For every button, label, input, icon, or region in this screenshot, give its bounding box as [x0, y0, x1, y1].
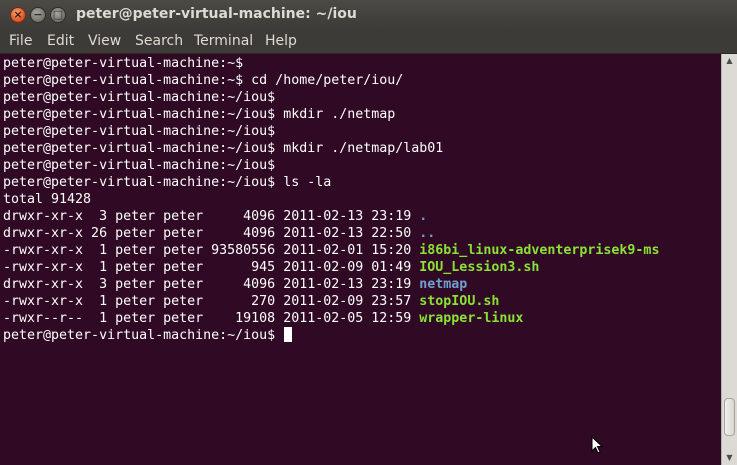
- terminal-line: peter@peter-virtual-machine:~/iou$: [3, 327, 293, 344]
- terminal-window: × − □ peter@peter-virtual-machine: ~/iou…: [0, 0, 737, 465]
- mouse-pointer-icon: [591, 436, 603, 454]
- terminal-text: -rwxr-xr-x 1 peter peter 93580556 2011-0…: [3, 243, 420, 258]
- executable-entry: stopIOU.sh: [419, 294, 500, 309]
- terminal-line: drwxr-xr-x 3 peter peter 4096 2011-02-13…: [3, 208, 427, 225]
- terminal-text: peter@peter-virtual-machine:~/iou$: [3, 328, 284, 343]
- terminal-text: peter@peter-virtual-machine:~$: [3, 56, 252, 71]
- scroll-down-arrow-icon[interactable]: ▼: [722, 451, 737, 465]
- scroll-thumb[interactable]: [724, 398, 735, 436]
- executable-entry: IOU_Lession3.sh: [419, 260, 540, 275]
- terminal-line: peter@peter-virtual-machine:~$: [3, 55, 251, 72]
- terminal-line: peter@peter-virtual-machine:~/iou$: [3, 123, 283, 140]
- executable-entry: i86bi_linux-adventerprisek9-ms: [419, 243, 660, 258]
- menu-search[interactable]: Search: [135, 33, 183, 49]
- executable-entry: wrapper-linux: [419, 311, 524, 326]
- close-button[interactable]: ×: [10, 7, 26, 23]
- menu-view[interactable]: View: [88, 33, 121, 49]
- terminal-line: drwxr-xr-x 3 peter peter 4096 2011-02-13…: [3, 276, 467, 293]
- vertical-scrollbar[interactable]: ▲ ▼: [721, 54, 737, 465]
- terminal-text: -rwxr--r-- 1 peter peter 19108 2011-02-0…: [3, 311, 420, 326]
- scroll-up-arrow-icon[interactable]: ▲: [722, 54, 737, 68]
- terminal-line: total 91428: [3, 191, 91, 208]
- terminal-text: drwxr-xr-x 26 peter peter 4096 2011-02-1…: [3, 226, 420, 241]
- terminal-text: drwxr-xr-x 3 peter peter 4096 2011-02-13…: [3, 277, 420, 292]
- terminal-text: drwxr-xr-x 3 peter peter 4096 2011-02-13…: [3, 209, 420, 224]
- terminal-line: drwxr-xr-x 26 peter peter 4096 2011-02-1…: [3, 225, 435, 242]
- terminal-text: peter@peter-virtual-machine:~/iou$ mkdir…: [3, 141, 444, 156]
- directory-entry: netmap: [419, 277, 468, 292]
- terminal-line: -rwxr-xr-x 1 peter peter 93580556 2011-0…: [3, 242, 659, 259]
- terminal-text: peter@peter-virtual-machine:~/iou$ ls -l…: [3, 175, 332, 190]
- title-bar[interactable]: × − □ peter@peter-virtual-machine: ~/iou: [0, 0, 737, 30]
- maximize-icon: □: [52, 8, 64, 21]
- window-title: peter@peter-virtual-machine: ~/iou: [76, 6, 357, 22]
- terminal-output[interactable]: peter@peter-virtual-machine:~$ peter@pet…: [0, 54, 721, 465]
- terminal-line: -rwxr-xr-x 1 peter peter 270 2011-02-09 …: [3, 293, 499, 310]
- menu-terminal[interactable]: Terminal: [194, 33, 253, 49]
- terminal-line: -rwxr--r-- 1 peter peter 19108 2011-02-0…: [3, 310, 523, 327]
- minimize-button[interactable]: −: [30, 7, 46, 23]
- terminal-text: peter@peter-virtual-machine:~$ cd /home/…: [3, 73, 404, 88]
- terminal-text: peter@peter-virtual-machine:~/iou$ mkdir…: [3, 107, 396, 122]
- terminal-text: peter@peter-virtual-machine:~/iou$: [3, 124, 284, 139]
- terminal-line: peter@peter-virtual-machine:~$ cd /home/…: [3, 72, 403, 89]
- menu-bar: File Edit View Search Terminal Help: [0, 30, 737, 54]
- menu-edit[interactable]: Edit: [47, 33, 74, 49]
- maximize-button[interactable]: □: [50, 7, 66, 23]
- terminal-text: -rwxr-xr-x 1 peter peter 270 2011-02-09 …: [3, 294, 420, 309]
- terminal-line: peter@peter-virtual-machine:~/iou$: [3, 157, 283, 174]
- terminal-text: peter@peter-virtual-machine:~/iou$: [3, 158, 284, 173]
- directory-entry: ..: [419, 226, 436, 241]
- terminal-line: peter@peter-virtual-machine:~/iou$: [3, 89, 283, 106]
- terminal-line: -rwxr-xr-x 1 peter peter 945 2011-02-09 …: [3, 259, 539, 276]
- scroll-trough[interactable]: [724, 68, 735, 451]
- terminal-text: peter@peter-virtual-machine:~/iou$: [3, 90, 284, 105]
- text-cursor: [284, 327, 293, 342]
- terminal-text: -rwxr-xr-x 1 peter peter 945 2011-02-09 …: [3, 260, 420, 275]
- close-icon: ×: [13, 8, 23, 21]
- terminal-line: peter@peter-virtual-machine:~/iou$ mkdir…: [3, 106, 395, 123]
- directory-entry: .: [419, 209, 428, 224]
- menu-help[interactable]: Help: [265, 33, 297, 49]
- terminal-text: total 91428: [3, 192, 92, 207]
- terminal-line: peter@peter-virtual-machine:~/iou$ mkdir…: [3, 140, 443, 157]
- minimize-icon: −: [33, 8, 43, 21]
- terminal-line: peter@peter-virtual-machine:~/iou$ ls -l…: [3, 174, 331, 191]
- menu-file[interactable]: File: [9, 33, 32, 49]
